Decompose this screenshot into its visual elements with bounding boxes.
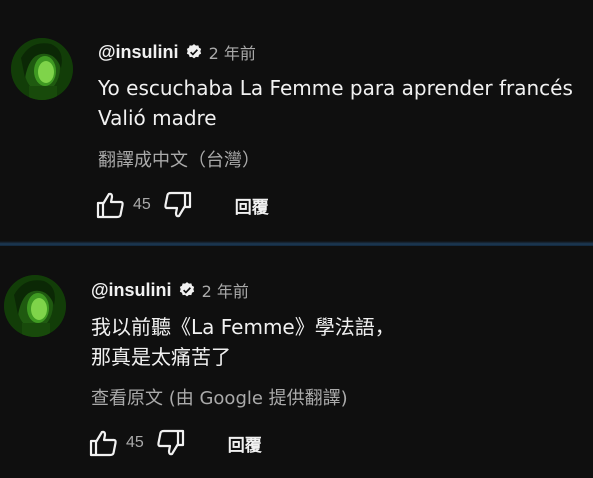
comment-timestamp[interactable]: 2 年前 [202, 278, 249, 302]
reply-button[interactable]: 回覆 [228, 431, 262, 456]
like-count: 45 [126, 434, 144, 451]
like-count: 45 [133, 196, 151, 213]
comment-text: Yo escuchaba La Femme para aprender fran… [98, 73, 573, 133]
thumbs-down-icon [164, 191, 191, 218]
translate-link[interactable]: 翻譯成中文（台灣） [98, 146, 260, 172]
comment-header: @insulini 2 年前 [91, 278, 249, 302]
comment-header: @insulini 2 年前 [98, 40, 256, 64]
avatar[interactable] [11, 38, 73, 100]
comment-thread: @insulini 2 年前 我以前聽《La Femme》學法語， 那真是太痛苦… [0, 246, 593, 478]
verified-check-icon [185, 43, 203, 61]
dislike-button[interactable] [161, 188, 195, 222]
comment-actions: 45 回覆 [86, 426, 262, 460]
dislike-button[interactable] [154, 426, 188, 460]
reply-button[interactable]: 回覆 [235, 193, 269, 218]
avatar-image [11, 38, 73, 100]
thumbs-up-icon [89, 430, 117, 457]
thumbs-up-icon [96, 192, 124, 219]
comment-text-line: 我以前聽《La Femme》學法語， [91, 315, 395, 339]
comment-text-line: 那真是太痛苦了 [91, 345, 231, 369]
translate-link[interactable]: 查看原文 (由 Google 提供翻譯) [91, 384, 348, 410]
avatar-image [4, 275, 66, 337]
thumbs-down-icon [157, 429, 184, 456]
author-handle[interactable]: @insulini [98, 42, 179, 63]
verified-check-icon [178, 281, 196, 299]
comment-actions: 45 回覆 [93, 188, 269, 222]
comment-timestamp[interactable]: 2 年前 [209, 40, 256, 64]
comment-text: 我以前聽《La Femme》學法語， 那真是太痛苦了 [91, 312, 395, 372]
comment-text-line: Valió madre [98, 106, 217, 130]
comment-text-line: Yo escuchaba La Femme para aprender fran… [98, 76, 573, 100]
author-handle[interactable]: @insulini [91, 280, 172, 301]
like-button[interactable] [93, 188, 127, 222]
avatar[interactable] [4, 275, 66, 337]
like-button[interactable] [86, 426, 120, 460]
comment-thread: @insulini 2 年前 Yo escuchaba La Femme par… [0, 0, 593, 240]
